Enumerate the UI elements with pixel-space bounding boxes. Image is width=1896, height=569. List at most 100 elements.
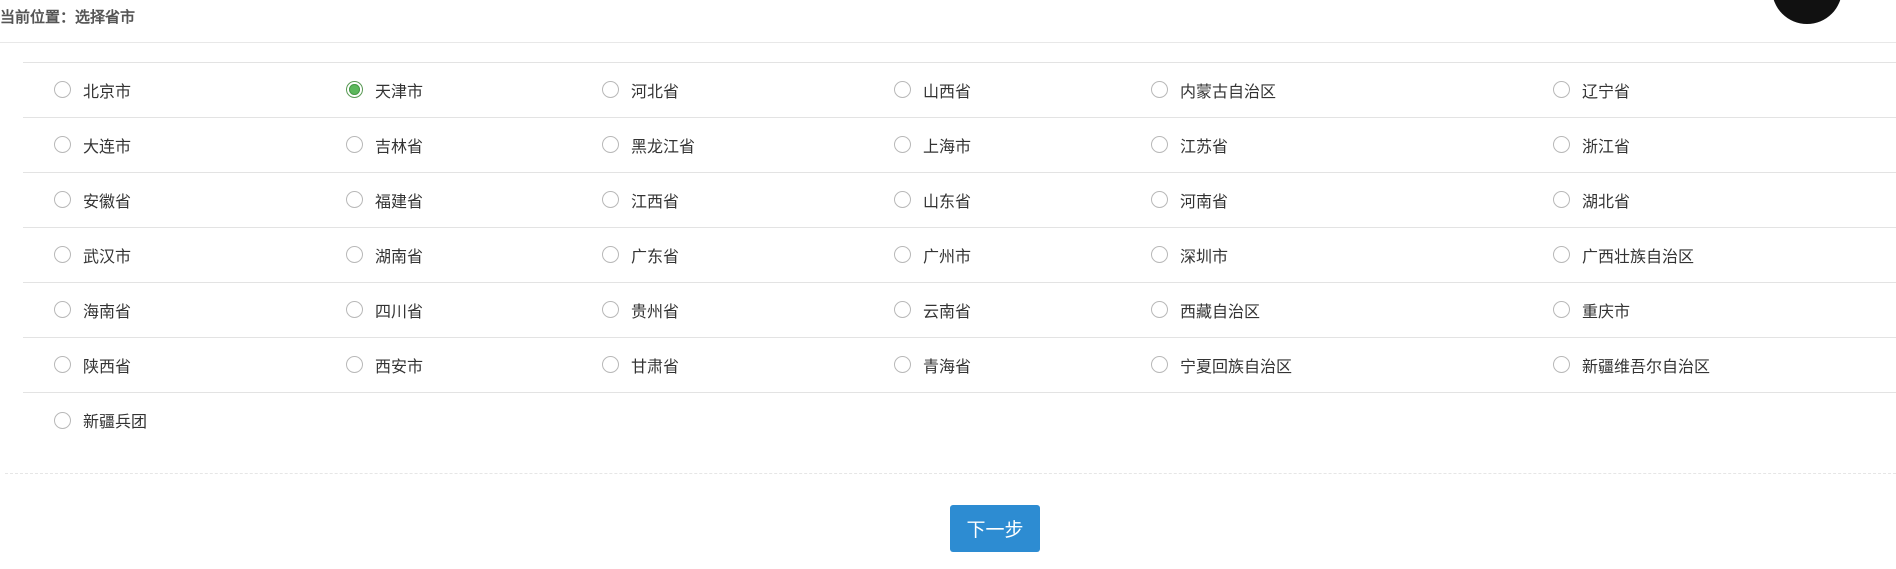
radio-button[interactable] <box>602 136 619 154</box>
region-option[interactable]: 辽宁省 <box>1553 78 1630 102</box>
region-option[interactable]: 江苏省 <box>1151 133 1228 157</box>
radio-button[interactable] <box>1151 301 1168 319</box>
radio-button[interactable] <box>1553 81 1570 99</box>
region-row: 陕西省 西安市 甘肃省 青海省 宁夏回族自治区 新疆维吾尔自治区 <box>23 337 1896 393</box>
region-cell: 青海省 <box>863 337 1120 393</box>
region-option[interactable]: 福建省 <box>346 188 423 212</box>
region-option[interactable]: 西安市 <box>346 353 423 377</box>
radio-button[interactable] <box>346 81 363 99</box>
region-label: 广东省 <box>631 246 680 266</box>
region-option[interactable]: 广州市 <box>894 243 971 267</box>
radio-button[interactable] <box>602 81 619 99</box>
region-option[interactable]: 黑龙江省 <box>602 133 695 157</box>
region-option[interactable]: 广西壮族自治区 <box>1553 243 1694 267</box>
region-cell: 黑龙江省 <box>571 117 863 173</box>
region-option[interactable]: 山东省 <box>894 188 971 212</box>
radio-button[interactable] <box>54 356 71 374</box>
region-row: 安徽省 福建省 江西省 山东省 河南省 湖北省 <box>23 172 1896 228</box>
region-option[interactable]: 河北省 <box>602 78 679 102</box>
region-option[interactable]: 四川省 <box>346 298 423 322</box>
region-cell <box>571 392 863 448</box>
region-option[interactable]: 江西省 <box>602 188 679 212</box>
radio-button[interactable] <box>1553 136 1570 154</box>
region-cell: 河北省 <box>571 62 863 118</box>
radio-button[interactable] <box>1151 246 1168 264</box>
radio-button[interactable] <box>54 191 71 209</box>
radio-button[interactable] <box>1151 136 1168 154</box>
region-option[interactable]: 新疆维吾尔自治区 <box>1553 353 1710 377</box>
radio-button[interactable] <box>894 81 911 99</box>
radio-button[interactable] <box>346 301 363 319</box>
radio-button[interactable] <box>602 191 619 209</box>
region-label: 深圳市 <box>1180 246 1229 266</box>
region-option[interactable]: 湖南省 <box>346 243 423 267</box>
region-label: 贵州省 <box>631 301 680 321</box>
radio-button[interactable] <box>894 356 911 374</box>
region-label: 浙江省 <box>1582 136 1631 156</box>
radio-button[interactable] <box>346 191 363 209</box>
radio-button[interactable] <box>1553 246 1570 264</box>
region-option[interactable]: 青海省 <box>894 353 971 377</box>
radio-button[interactable] <box>1553 301 1570 319</box>
region-option[interactable]: 西藏自治区 <box>1151 298 1260 322</box>
region-cell: 福建省 <box>315 172 571 228</box>
region-label: 黑龙江省 <box>631 136 696 156</box>
region-option[interactable]: 陕西省 <box>54 353 131 377</box>
radio-button[interactable] <box>54 411 71 429</box>
region-option[interactable]: 天津市 <box>346 78 423 102</box>
radio-button[interactable] <box>1151 191 1168 209</box>
radio-button[interactable] <box>1151 81 1168 99</box>
region-label: 四川省 <box>375 301 424 321</box>
region-cell: 重庆市 <box>1522 282 1896 338</box>
radio-button[interactable] <box>346 246 363 264</box>
region-option[interactable]: 内蒙古自治区 <box>1151 78 1276 102</box>
region-option[interactable]: 宁夏回族自治区 <box>1151 353 1292 377</box>
region-option[interactable]: 广东省 <box>602 243 679 267</box>
radio-button[interactable] <box>54 301 71 319</box>
region-option[interactable]: 云南省 <box>894 298 971 322</box>
region-option[interactable]: 甘肃省 <box>602 353 679 377</box>
region-option[interactable]: 吉林省 <box>346 133 423 157</box>
radio-button[interactable] <box>602 356 619 374</box>
region-cell: 湖南省 <box>315 227 571 283</box>
region-row: 武汉市 湖南省 广东省 广州市 深圳市 广西壮族自治区 <box>23 227 1896 283</box>
radio-button[interactable] <box>894 246 911 264</box>
region-cell: 甘肃省 <box>571 337 863 393</box>
radio-button[interactable] <box>894 136 911 154</box>
region-option[interactable]: 山西省 <box>894 78 971 102</box>
region-option[interactable]: 贵州省 <box>602 298 679 322</box>
avatar[interactable] <box>1772 0 1842 24</box>
radio-button[interactable] <box>54 81 71 99</box>
radio-button[interactable] <box>54 136 71 154</box>
region-option[interactable]: 新疆兵团 <box>54 408 147 432</box>
radio-button[interactable] <box>894 301 911 319</box>
region-cell: 云南省 <box>863 282 1120 338</box>
region-cell <box>863 392 1120 448</box>
region-label: 北京市 <box>83 81 132 101</box>
region-option[interactable]: 浙江省 <box>1553 133 1630 157</box>
region-option[interactable]: 湖北省 <box>1553 188 1630 212</box>
radio-button[interactable] <box>602 246 619 264</box>
region-option[interactable]: 海南省 <box>54 298 131 322</box>
radio-button[interactable] <box>54 246 71 264</box>
region-option[interactable]: 武汉市 <box>54 243 131 267</box>
region-option[interactable]: 大连市 <box>54 133 131 157</box>
region-option[interactable]: 深圳市 <box>1151 243 1228 267</box>
region-option[interactable]: 北京市 <box>54 78 131 102</box>
region-row: 新疆兵团 <box>23 392 1896 448</box>
radio-button[interactable] <box>602 301 619 319</box>
radio-button[interactable] <box>1151 356 1168 374</box>
region-option[interactable]: 安徽省 <box>54 188 131 212</box>
region-option[interactable]: 上海市 <box>894 133 971 157</box>
radio-button[interactable] <box>894 191 911 209</box>
region-option[interactable]: 河南省 <box>1151 188 1228 212</box>
next-step-button[interactable]: 下一步 <box>950 505 1040 552</box>
radio-button[interactable] <box>346 136 363 154</box>
region-option[interactable]: 重庆市 <box>1553 298 1630 322</box>
radio-button[interactable] <box>1553 191 1570 209</box>
radio-button[interactable] <box>1553 356 1570 374</box>
radio-button[interactable] <box>346 356 363 374</box>
region-cell: 新疆兵团 <box>23 392 315 448</box>
region-label: 上海市 <box>923 136 972 156</box>
region-row: 北京市 天津市 河北省 山西省 内蒙古自治区 辽宁省 <box>23 62 1896 118</box>
